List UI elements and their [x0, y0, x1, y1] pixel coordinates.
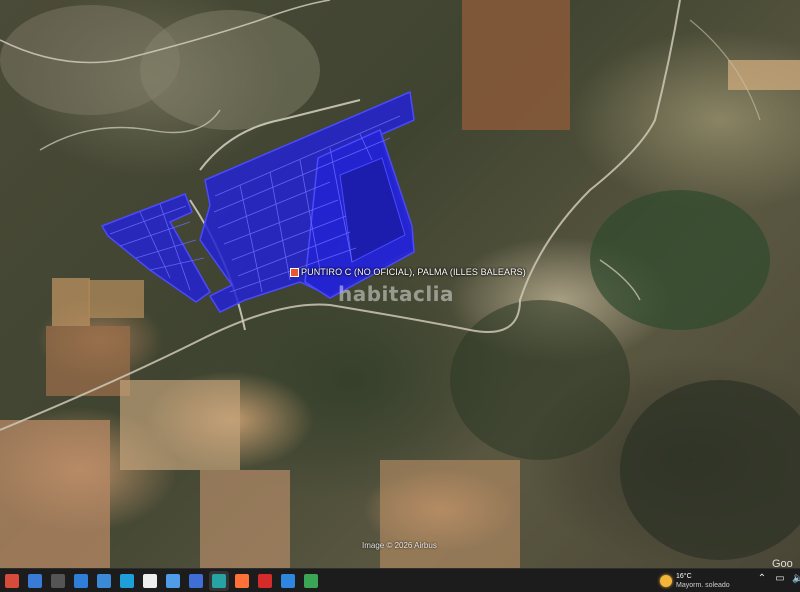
location-pin-icon[interactable] [290, 267, 299, 277]
forest-patch [620, 380, 800, 560]
terrain-patch [380, 460, 520, 568]
forest-patch [450, 300, 630, 460]
taskbar-button-s-app[interactable] [278, 571, 298, 591]
taskbar-button-teams[interactable] [209, 570, 229, 591]
imagery-copyright: Image © 2026 Airbus [362, 541, 437, 550]
weather-condition: Mayorm. soleado [676, 582, 730, 589]
chrome-icon [5, 573, 19, 588]
watermark: habitaclia [338, 282, 455, 306]
terrain-patch [0, 420, 110, 568]
sun-icon [660, 575, 672, 587]
explorer-icon [74, 573, 88, 588]
s-app-icon [281, 573, 295, 588]
taskbar-apps [0, 570, 321, 591]
taskbar-button-chrome[interactable] [2, 571, 22, 591]
terrain-patch [52, 278, 90, 326]
map-brand: Goo [772, 558, 793, 568]
terrain-patch [462, 0, 570, 130]
terrain-patch [120, 380, 240, 470]
weather-temperature: 16°C [676, 573, 692, 580]
taskbar-button-save[interactable] [186, 571, 206, 591]
taskbar-button-store[interactable] [25, 571, 45, 591]
taskbar-button-media-player[interactable] [301, 571, 321, 591]
teams-icon [212, 573, 226, 588]
volume-icon[interactable]: 🔈 [792, 573, 800, 585]
save-icon [189, 573, 203, 588]
maps-icon [166, 573, 180, 588]
media-icon [51, 573, 65, 588]
marker-label: PUNTIRO C (NO OFICIAL), PALMA (ILLES BAL… [301, 267, 526, 277]
firefox-icon [235, 573, 249, 588]
taskbar-button-maps[interactable] [163, 571, 183, 591]
taskbar-button-photos[interactable] [94, 571, 114, 591]
property-marker[interactable]: PUNTIRO C (NO OFICIAL), PALMA (ILLES BAL… [290, 264, 526, 280]
taskbar-button-file[interactable] [140, 571, 160, 591]
media-player-icon [304, 573, 318, 588]
taskbar-button-acrobat[interactable] [255, 571, 275, 591]
forest-patch [590, 190, 770, 330]
taskbar-button-media[interactable] [48, 571, 68, 591]
edge-icon [120, 573, 134, 588]
terrain-patch [200, 470, 290, 568]
terrain-patch [88, 280, 144, 318]
taskbar-button-explorer[interactable] [71, 571, 91, 591]
display-icon[interactable]: ▭ [774, 573, 786, 585]
windows-taskbar: 16°C Mayorm. soleado ⌃ ▭ 🔈 [0, 568, 800, 592]
photos-icon [97, 573, 111, 588]
file-icon [143, 573, 157, 588]
store-icon [28, 573, 42, 588]
urban-patch [140, 10, 320, 130]
acrobat-icon [258, 573, 272, 588]
chevron-up-icon[interactable]: ⌃ [756, 573, 768, 585]
taskbar-button-firefox[interactable] [232, 571, 252, 591]
satellite-map[interactable]: PUNTIRO C (NO OFICIAL), PALMA (ILLES BAL… [0, 0, 800, 568]
taskbar-button-edge[interactable] [117, 571, 137, 591]
weather-widget[interactable]: 16°C Mayorm. soleado [660, 572, 730, 590]
system-tray: ⌃ ▭ 🔈 [756, 573, 800, 585]
terrain-patch [46, 326, 130, 396]
